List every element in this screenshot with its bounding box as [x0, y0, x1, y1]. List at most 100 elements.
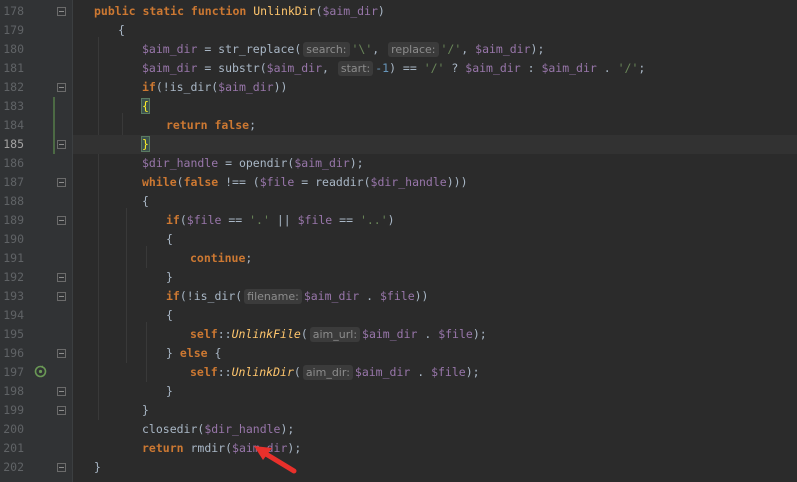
code-line[interactable]: self::UnlinkFile(aim_url: $aim_dir . $fil… [0, 325, 797, 344]
code-text[interactable]: } [141, 135, 150, 154]
fold-end-icon[interactable] [57, 463, 66, 472]
code-line[interactable]: {179 [0, 21, 797, 40]
fold-collapse-icon[interactable] [57, 83, 66, 92]
code-line[interactable]: } 199 [0, 401, 797, 420]
code-line-area[interactable]: continue; [73, 249, 797, 268]
code-line-area[interactable]: { [73, 230, 797, 249]
code-text[interactable]: public static function UnlinkDir($aim_di… [94, 2, 385, 21]
recursive-call-icon[interactable] [34, 365, 47, 378]
code-line-area[interactable]: } else { [73, 344, 797, 363]
code-text[interactable]: self::UnlinkDir(aim_dir: $aim_dir . $file… [190, 363, 480, 382]
code-text[interactable]: closedir($dir_handle); [142, 420, 294, 439]
code-text[interactable]: if(!is_dir($aim_dir)) [142, 78, 287, 97]
code-token: '/' [617, 61, 639, 75]
code-line-area[interactable]: } [73, 268, 797, 287]
code-line[interactable]: while(false !== ($file = readdir($dir_ha… [0, 173, 797, 192]
code-line[interactable]: if(!is_dir(filename: $aim_dir . $file)) 19… [0, 287, 797, 306]
code-line[interactable]: closedir($dir_handle); 200 [0, 420, 797, 439]
code-text[interactable]: if(!is_dir(filename: $aim_dir . $file)) [166, 287, 428, 306]
code-token: $aim_dir [541, 61, 597, 75]
code-line-area[interactable]: self::UnlinkFile(aim_url: $aim_dir . $fil… [73, 325, 797, 344]
code-token: $aim_dir [322, 4, 378, 18]
code-text[interactable]: while(false !== ($file = readdir($dir_ha… [142, 173, 468, 192]
code-text[interactable]: self::UnlinkFile(aim_url: $aim_dir . $fil… [190, 325, 487, 344]
code-token: ? [444, 61, 466, 75]
fold-collapse-icon[interactable] [57, 7, 66, 16]
code-line[interactable]: return rmdir($aim_dir); 201 [0, 439, 797, 458]
code-line-area[interactable]: if($file == '.' || $file == '..') [73, 211, 797, 230]
code-line[interactable]: continue; 191 [0, 249, 797, 268]
code-token: $aim_dir [475, 42, 531, 56]
code-text[interactable]: continue; [190, 249, 252, 268]
code-line-area[interactable]: { [73, 21, 797, 40]
code-text[interactable]: } [166, 268, 173, 287]
code-text[interactable]: $aim_dir = substr($aim_dir, start: -1) ==… [142, 59, 645, 78]
code-text[interactable]: $dir_handle = opendir($aim_dir); [142, 154, 364, 173]
code-token: public static function [94, 4, 254, 18]
fold-end-icon[interactable] [57, 406, 66, 415]
code-line-area[interactable]: } [73, 135, 797, 154]
code-text[interactable]: { [166, 230, 173, 249]
code-token: self [190, 327, 218, 341]
code-line[interactable]: $aim_dir = str_replace(search: '\', repla… [0, 40, 797, 59]
code-line[interactable]: if($file == '.' || $file == '..') 189 [0, 211, 797, 230]
fold-collapse-icon[interactable] [57, 349, 66, 358]
code-line[interactable]: $aim_dir = substr($aim_dir, start: -1) ==… [0, 59, 797, 78]
code-line-area[interactable]: $dir_handle = opendir($aim_dir); [73, 154, 797, 173]
code-line-area[interactable]: if(!is_dir($aim_dir)) [73, 78, 797, 97]
fold-collapse-icon[interactable] [57, 292, 66, 301]
code-text[interactable]: { [118, 21, 125, 40]
code-line-area[interactable]: closedir($dir_handle); [73, 420, 797, 439]
fold-collapse-icon[interactable] [57, 178, 66, 187]
code-text[interactable]: } [94, 458, 101, 477]
code-line[interactable]: {183 [0, 97, 797, 116]
code-line-area[interactable]: if(!is_dir(filename: $aim_dir . $file)) [73, 287, 797, 306]
code-token: = opendir( [218, 156, 295, 170]
code-line-area[interactable]: $aim_dir = str_replace(search: '\', repla… [73, 40, 797, 59]
code-line[interactable]: {194 [0, 306, 797, 325]
line-number: 184 [3, 118, 24, 132]
code-line[interactable]: public static function UnlinkDir($aim_di… [0, 2, 797, 21]
code-line-area[interactable]: } [73, 382, 797, 401]
code-line-area[interactable]: { [73, 97, 797, 116]
fold-end-icon[interactable] [57, 140, 66, 149]
code-token: ; [638, 61, 646, 75]
code-line-area[interactable]: self::UnlinkDir(aim_dir: $aim_dir . $file… [73, 363, 797, 382]
fold-collapse-icon[interactable] [57, 216, 66, 225]
code-line[interactable]: } 192 [0, 268, 797, 287]
code-line[interactable]: } 198 [0, 382, 797, 401]
code-line-area[interactable]: { [73, 192, 797, 211]
code-line[interactable]: } 202 [0, 458, 797, 477]
fold-end-icon[interactable] [57, 273, 66, 282]
code-line-area[interactable]: $aim_dir = substr($aim_dir, start: -1) ==… [73, 59, 797, 78]
code-line[interactable]: $dir_handle = opendir($aim_dir); 186 [0, 154, 797, 173]
code-text[interactable]: { [141, 97, 150, 116]
code-line-area[interactable]: } [73, 458, 797, 477]
code-token: -1 [375, 61, 390, 75]
code-text[interactable]: $aim_dir = str_replace(search: '\', repla… [142, 40, 544, 59]
code-line-area[interactable]: public static function UnlinkDir($aim_di… [73, 2, 797, 21]
code-editor[interactable]: public static function UnlinkDir($aim_di… [0, 0, 797, 482]
code-text[interactable]: } [142, 401, 149, 420]
code-line[interactable]: if(!is_dir($aim_dir)) 182 [0, 78, 797, 97]
code-line[interactable]: return false; 184 [0, 116, 797, 135]
code-line[interactable]: self::UnlinkDir(aim_dir: $aim_dir . $file… [0, 363, 797, 382]
code-line-area[interactable]: { [73, 306, 797, 325]
code-text[interactable]: return false; [166, 116, 256, 135]
code-text[interactable]: } [166, 382, 173, 401]
code-line[interactable]: {190 [0, 230, 797, 249]
code-line-area[interactable]: return false; [73, 116, 797, 135]
code-line-area[interactable]: return rmdir($aim_dir); [73, 439, 797, 458]
code-token: $aim_dir [303, 289, 360, 303]
code-text[interactable]: { [166, 306, 173, 325]
code-text[interactable]: if($file == '.' || $file == '..') [166, 211, 395, 230]
code-line-area[interactable]: } [73, 401, 797, 420]
code-text[interactable]: } else { [166, 344, 221, 363]
line-number: 201 [3, 441, 24, 455]
code-line-area[interactable]: while(false !== ($file = readdir($dir_ha… [73, 173, 797, 192]
code-line[interactable]: {188 [0, 192, 797, 211]
code-line[interactable]: } else {196 [0, 344, 797, 363]
fold-end-icon[interactable] [57, 387, 66, 396]
code-line[interactable]: } 185 [0, 135, 797, 154]
code-text[interactable]: { [142, 192, 149, 211]
